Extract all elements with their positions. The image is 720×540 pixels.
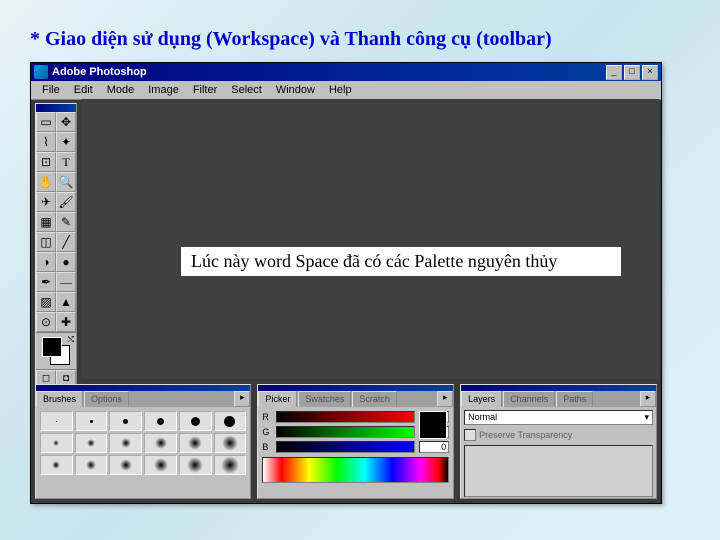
slider-b[interactable] <box>276 441 415 453</box>
brush-soft2-8[interactable] <box>40 455 73 475</box>
tool-gradient[interactable]: ▨ <box>36 292 56 312</box>
brush-soft2-12[interactable] <box>109 455 142 475</box>
brush-hard-3[interactable] <box>75 411 108 431</box>
layers-panel[interactable]: Layers Channels Paths ▸ Normal ▾ Preserv… <box>460 384 657 499</box>
app-title: Adobe Photoshop <box>52 66 606 78</box>
picker-panel[interactable]: Picker Swatches Scratch ▸ R0G0B0 <box>257 384 454 499</box>
tool-wand[interactable]: ✦ <box>56 132 76 152</box>
color-spectrum[interactable] <box>262 457 449 483</box>
brush-soft2-10[interactable] <box>75 455 108 475</box>
panel-menu-icon[interactable]: ▸ <box>640 391 656 407</box>
tool-pen[interactable]: ✒ <box>36 272 56 292</box>
brush-hard-7[interactable] <box>144 411 177 431</box>
tool-bucket[interactable]: ▲ <box>56 292 76 312</box>
tab-brushes[interactable]: Brushes <box>36 391 83 407</box>
tool-dodge[interactable]: ● <box>56 252 76 272</box>
brush-soft-14[interactable] <box>179 433 212 453</box>
brush-soft2-18[interactable] <box>214 455 247 475</box>
tool-measure[interactable]: — <box>56 272 76 292</box>
palette-dock: Brushes Options ▸ Picker Swatches Scratc… <box>35 384 657 499</box>
slider-value[interactable]: 0 <box>419 441 449 453</box>
tab-picker[interactable]: Picker <box>258 391 297 407</box>
tool-pencil[interactable]: ✎ <box>56 212 76 232</box>
minimize-button[interactable]: _ <box>606 65 622 80</box>
tool-move[interactable]: ✥ <box>56 112 76 132</box>
tool-hand[interactable]: ✋ <box>36 172 56 192</box>
tool-line[interactable]: ╱ <box>56 232 76 252</box>
menubar: File Edit Mode Image Filter Select Windo… <box>31 81 661 100</box>
layers-list[interactable] <box>464 445 653 497</box>
chevron-down-icon: ▾ <box>644 412 649 423</box>
menu-select[interactable]: Select <box>224 82 269 98</box>
tool-eraser[interactable]: ◫ <box>36 232 56 252</box>
brush-soft2-14[interactable] <box>144 455 177 475</box>
swap-colors-icon[interactable]: ⤭ <box>68 335 74 345</box>
brush-soft-6[interactable] <box>40 433 73 453</box>
tab-swatches[interactable]: Swatches <box>298 391 351 407</box>
brush-soft-12[interactable] <box>144 433 177 453</box>
tool-marquee[interactable]: ▭ <box>36 112 56 132</box>
tab-layers[interactable]: Layers <box>461 391 502 407</box>
photoshop-window: Adobe Photoshop _ □ × File Edit Mode Ima… <box>30 62 662 504</box>
menu-mode[interactable]: Mode <box>100 82 142 98</box>
tab-scratch[interactable]: Scratch <box>352 391 397 407</box>
titlebar[interactable]: Adobe Photoshop _ □ × <box>31 63 661 81</box>
tool-airbrush[interactable]: ✈ <box>36 192 56 212</box>
tool-lasso[interactable]: ⌇ <box>36 132 56 152</box>
panel-menu-icon[interactable]: ▸ <box>234 391 250 407</box>
workspace-canvas: Lúc này word Space đã có các Palette ngu… <box>81 99 659 379</box>
brushes-panel[interactable]: Brushes Options ▸ <box>35 384 251 499</box>
tool-brush[interactable]: 🖌 <box>56 192 76 212</box>
slide-title: * Giao diện sử dụng (Workspace) và Thanh… <box>30 28 552 51</box>
toolbox: ▭✥⌇✦⊡T✋🔍✈🖌▦✎◫╱◑●✒—▨▲⊙✚ ⤭ ◻ ◘ ▭ ▣ <box>35 103 77 408</box>
menu-image[interactable]: Image <box>141 82 186 98</box>
brush-soft-8[interactable] <box>75 433 108 453</box>
slider-label: R <box>262 412 272 422</box>
toolbox-header[interactable] <box>36 104 76 112</box>
maximize-button[interactable]: □ <box>624 65 640 80</box>
tool-zoom[interactable]: 🔍 <box>56 172 76 192</box>
menu-edit[interactable]: Edit <box>67 82 100 98</box>
slider-label: B <box>262 442 272 452</box>
close-button[interactable]: × <box>642 65 658 80</box>
slider-r[interactable] <box>276 411 415 423</box>
menu-filter[interactable]: Filter <box>186 82 224 98</box>
tool-stamp[interactable]: ▦ <box>36 212 56 232</box>
menu-window[interactable]: Window <box>269 82 322 98</box>
tool-type[interactable]: T <box>56 152 76 172</box>
tool-notes[interactable]: ✚ <box>56 312 76 332</box>
blend-mode-dropdown[interactable]: Normal ▾ <box>464 410 653 425</box>
tab-channels[interactable]: Channels <box>503 391 555 407</box>
brush-soft-10[interactable] <box>109 433 142 453</box>
picker-current-color[interactable] <box>419 411 447 439</box>
slider-row-b: B0 <box>262 441 449 453</box>
annotation-callout: Lúc này word Space đã có các Palette ngu… <box>181 247 621 276</box>
slider-label: G <box>262 427 272 437</box>
preserve-transparency-label: Preserve Transparency <box>479 430 572 440</box>
brush-soft-16[interactable] <box>214 433 247 453</box>
brush-hard-11[interactable] <box>214 411 247 431</box>
slider-g[interactable] <box>276 426 415 438</box>
brush-hard-9[interactable] <box>179 411 212 431</box>
tool-crop[interactable]: ⊡ <box>36 152 56 172</box>
blend-mode-value: Normal <box>468 412 497 423</box>
color-swatches[interactable]: ⤭ <box>36 332 76 369</box>
brush-hard-1[interactable] <box>40 411 73 431</box>
menu-file[interactable]: File <box>35 82 67 98</box>
tab-options[interactable]: Options <box>84 391 129 407</box>
preserve-transparency-checkbox[interactable] <box>464 429 476 441</box>
panel-menu-icon[interactable]: ▸ <box>437 391 453 407</box>
menu-help[interactable]: Help <box>322 82 359 98</box>
brush-soft2-16[interactable] <box>179 455 212 475</box>
tool-eyedropper[interactable]: ⊙ <box>36 312 56 332</box>
tool-blur[interactable]: ◑ <box>36 252 56 272</box>
brush-hard-5[interactable] <box>109 411 142 431</box>
app-icon <box>34 65 48 79</box>
foreground-color[interactable] <box>42 337 62 357</box>
tab-paths[interactable]: Paths <box>556 391 593 407</box>
